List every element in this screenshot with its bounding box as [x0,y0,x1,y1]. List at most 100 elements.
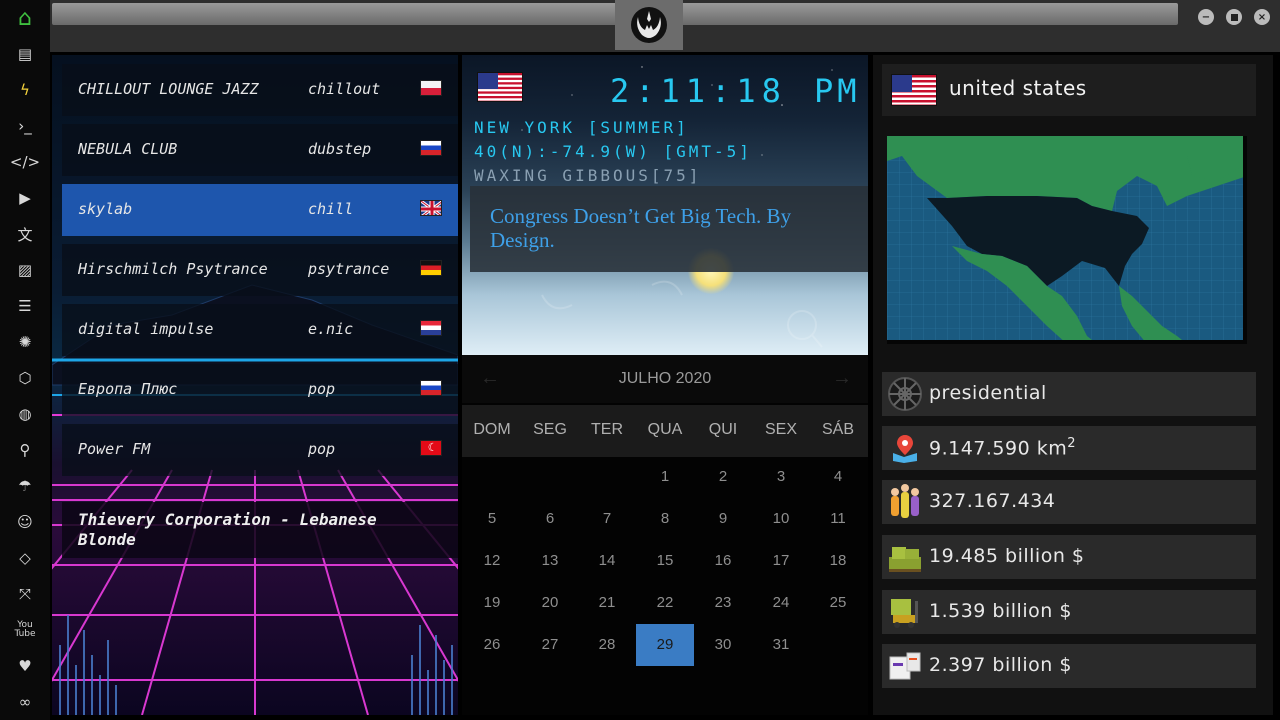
weekday-label: TER [591,421,623,438]
close-button[interactable]: × [1254,9,1270,25]
home-icon[interactable]: ⌂ [13,6,37,31]
calendar-day[interactable]: 6 [521,498,579,540]
hexagon-icon[interactable]: ⬡ [13,366,37,390]
money-stack-icon [886,539,924,575]
news-headline[interactable]: Congress Doesn’t Get Big Tech. By Design… [470,186,868,272]
calendar: ← JULHO 2020 → DOM SEG TER QUA QUI SEX S… [462,355,868,715]
weekday-label: DOM [473,421,511,438]
link-icon[interactable]: ◇ [13,546,37,570]
calendar-day[interactable]: 14 [578,540,636,582]
calendar-day[interactable]: 25 [809,582,867,624]
station-name: digital impulse [78,320,214,338]
calendar-day[interactable]: 16 [694,540,752,582]
calendar-day[interactable]: 30 [694,624,752,666]
station-name: CHILLOUT LOUNGE JAZZ [78,80,259,98]
empire-icon [886,376,924,412]
calendar-day[interactable]: 11 [809,498,867,540]
calendar-day[interactable]: 24 [752,582,810,624]
calendar-day[interactable]: 22 [636,582,694,624]
terminal-icon[interactable]: ›_ [13,114,37,138]
calendar-day[interactable]: 18 [809,540,867,582]
expand-icon[interactable]: ⤧ [13,582,37,606]
station-genre: psytrance [308,260,390,278]
infinity-icon[interactable]: ∞ [13,690,37,714]
maximize-button[interactable] [1226,9,1242,25]
export-value: 1.539 billion $ [929,600,1072,622]
calendar-header: ← JULHO 2020 → [462,355,868,403]
rebel-alliance-icon [631,7,667,43]
search-icon[interactable]: ⚲ [13,438,37,462]
croatia-flag-icon [420,320,442,336]
map-pin-icon [886,430,924,466]
calendar-day[interactable]: 2 [694,456,752,498]
stat-import: 2.397 billion $ [882,644,1256,688]
next-month-icon[interactable]: → [832,367,852,390]
stat-area: 9.147.590 km2 [882,426,1256,470]
file-icon[interactable]: ▤ [13,42,37,66]
calendar-day[interactable]: 19 [463,582,521,624]
station-row[interactable]: Hirschmilch Psytrance psytrance [62,244,458,296]
calendar-day[interactable]: 31 [752,624,810,666]
country-map[interactable] [887,136,1247,344]
station-row[interactable]: CHILLOUT LOUNGE JAZZ chillout [62,64,458,116]
calendar-day[interactable]: 23 [694,582,752,624]
calendar-day-today[interactable]: 29 [636,624,694,666]
station-name: NEBULA CLUB [78,140,178,158]
stat-gdp: 19.485 billion $ [882,535,1256,579]
calendar-day[interactable]: 1 [636,456,694,498]
contact-icon[interactable]: ☺ [13,510,37,534]
calendar-day[interactable]: 3 [752,456,810,498]
calendar-day[interactable]: 17 [752,540,810,582]
station-row-active[interactable]: skylab chill [62,184,458,236]
russia-flag-icon [420,140,442,156]
minimize-button[interactable]: − [1198,9,1214,25]
youtube-icon[interactable]: You Tube [13,618,37,642]
rebel-icon[interactable]: ✺ [13,330,37,354]
calendar-day[interactable]: 8 [636,498,694,540]
prev-month-icon[interactable]: ← [480,367,500,390]
calendar-day[interactable]: 27 [521,624,579,666]
calendar-day[interactable]: 9 [694,498,752,540]
heart-icon[interactable]: ♥ [13,654,37,678]
calendar-day[interactable]: 10 [752,498,810,540]
forklift-money-icon [886,594,924,630]
news-icon[interactable]: ☰ [13,294,37,318]
usa-flag-icon [477,72,523,102]
stat-population: 327.167.434 [882,480,1256,524]
area-unit-superscript: 2 [1067,436,1077,451]
population-value: 327.167.434 [929,490,1056,512]
calendar-day[interactable]: 21 [578,582,636,624]
play-icon[interactable]: ▶ [13,186,37,210]
country-name: united states [949,76,1087,100]
north-america-map [887,136,1243,340]
code-icon[interactable]: </> [10,150,40,174]
station-row[interactable]: Power FM pop ☾ [62,424,458,476]
rebel-logo-tab[interactable] [615,0,683,50]
translate-icon[interactable]: 文 [13,222,37,246]
station-row[interactable]: Европа Плюс pop [62,364,458,416]
station-name: skylab [78,200,133,218]
calendar-day[interactable]: 7 [578,498,636,540]
calendar-day[interactable]: 4 [809,456,867,498]
umbrella-icon[interactable]: ☂ [13,474,37,498]
image-icon[interactable]: ▨ [13,258,37,282]
globe-icon[interactable]: ◍ [13,402,37,426]
station-row[interactable]: digital impulse e.nic [62,304,458,356]
calendar-day[interactable]: 13 [521,540,579,582]
calendar-day[interactable]: 15 [636,540,694,582]
station-name: Power FM [78,440,151,458]
bolt-icon[interactable]: ϟ [13,78,37,102]
calendar-day[interactable]: 20 [521,582,579,624]
calendar-day[interactable]: 28 [578,624,636,666]
calendar-day[interactable]: 5 [463,498,521,540]
calendar-day[interactable]: 26 [463,624,521,666]
weekday-label: QUA [647,421,683,438]
weekday-label: SEG [533,421,567,438]
moon-phase: WAXING GIBBOUS[75] [474,166,702,185]
russia-flag-icon [420,380,442,396]
station-row[interactable]: NEBULA CLUB dubstep [62,124,458,176]
sidebar: ⌂ ▤ ϟ ›_ </> ▶ 文 ▨ ☰ ✺ ⬡ ◍ ⚲ ☂ ☺ ◇ ⤧ You Tube ♥ ∞ [0,0,50,720]
germany-flag-icon [420,260,442,276]
station-name: Hirschmilch Psytrance [78,260,268,278]
calendar-day[interactable]: 12 [463,540,521,582]
